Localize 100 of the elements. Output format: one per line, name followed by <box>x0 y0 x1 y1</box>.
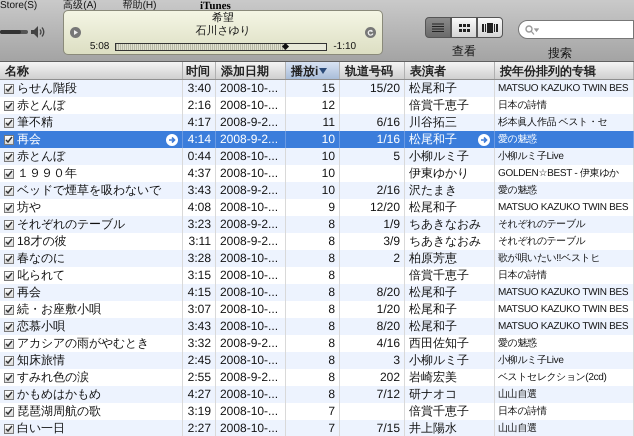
remaining-time: -1:10 <box>333 40 356 54</box>
checkbox[interactable] <box>4 372 14 382</box>
table-cell: 3:23 <box>188 217 211 232</box>
checkbox[interactable] <box>4 254 14 264</box>
checkbox[interactable] <box>4 118 14 128</box>
play-icon[interactable] <box>70 27 81 38</box>
menu-item[interactable]: 帮助(H) <box>122 0 156 11</box>
table-cell: 1/20 <box>376 302 400 317</box>
checkbox[interactable] <box>4 304 14 314</box>
table-cell: 知床旅情 <box>17 353 65 368</box>
table-cell: 15/20 <box>370 81 400 96</box>
track-row[interactable]: 春なのに 3:28 2008-10-... 8 2 柏原芳恵 歌が唄いたい!!ベストヒ <box>0 250 634 267</box>
table-cell: 0:44 <box>188 149 211 164</box>
checkbox[interactable] <box>4 356 14 366</box>
sort-down-icon <box>319 68 328 74</box>
track-row[interactable]: かもめはかもめ 4:27 2008-10-... 8 7/12 研ナオコ 山山自選 <box>0 386 634 403</box>
table-cell-text: MATSUO KAZUKO TWIN BES <box>498 303 628 317</box>
checkbox[interactable] <box>4 186 14 196</box>
table-cell: 9 <box>328 200 335 215</box>
view-button[interactable] <box>477 17 503 38</box>
track-row[interactable]: らせん階段 3:40 2008-10-... 15 15/20 松尾和子 MATSUO KAZUKO TWIN BES <box>0 80 634 97</box>
track-row[interactable]: 再会 4:15 2008-10-... 8 8/20 松尾和子 MATSUO KAZUKO TWIN BES <box>0 284 634 301</box>
checkbox[interactable] <box>4 322 14 332</box>
table-cell: 柏原芳恵 <box>409 251 457 266</box>
progress-track[interactable] <box>115 42 328 50</box>
elapsed-time: 5:08 <box>90 40 110 54</box>
track-row[interactable]: 白い一日 2:27 2008-10-... 7 7/15 井上陽水 山山自選 <box>0 420 634 436</box>
table-cell: 2008-10-... <box>220 98 278 113</box>
table-cell-text: それぞれのテーブル <box>498 218 586 232</box>
table-cell: 2008-10-... <box>220 81 278 96</box>
checkbox[interactable] <box>4 338 14 348</box>
column-label: 轨道号码 <box>345 62 393 79</box>
checkbox[interactable] <box>4 168 14 178</box>
table-cell-text: GOLDEN☆BEST - 伊東ゆか <box>498 166 619 181</box>
checkbox[interactable] <box>4 288 14 298</box>
table-cell: 研ナオコ <box>409 387 457 402</box>
table-cell: 8 <box>328 319 335 334</box>
table-cell-text: 日本の詩情 <box>498 98 547 113</box>
speaker-icon[interactable] <box>31 26 45 38</box>
table-cell-text: 杉本眞人作品 ベスト・セ <box>498 116 608 130</box>
checkbox[interactable] <box>4 202 14 212</box>
volume-slider[interactable] <box>0 30 28 34</box>
table-cell: 2008-10-... <box>220 200 278 215</box>
track-row[interactable]: それぞれのテーブル 3:23 2008-9-2... 8 1/9 ちあきなおみ それぞれのテーブル <box>0 216 634 233</box>
track-row[interactable]: 恋慕小唄 3:43 2008-10-... 8 8/20 松尾和子 MATSUO KAZUKO TWIN BES <box>0 318 634 335</box>
table-cell: 2008-9-2... <box>220 370 278 385</box>
checkbox[interactable] <box>4 84 14 94</box>
track-row[interactable]: ベッドで煙草を吸わないで 3:43 2008-9-2... 10 2/16 沢たまき 愛の魅惑 <box>0 182 634 199</box>
table-cell-text: MATSUO KAZUKO TWIN BES <box>498 320 628 334</box>
table-cell: 岩崎宏美 <box>409 370 457 385</box>
menu-item[interactable]: Store(S) <box>0 0 38 11</box>
track-row[interactable]: 知床旅情 2:45 2008-10-... 8 3 小柳ルミ子 小柳ルミ子Live <box>0 352 634 369</box>
table-cell: 7/15 <box>376 421 400 436</box>
track-row[interactable]: 赤とんぼ 0:44 2008-10-... 10 5 小柳ルミ子 小柳ルミ子Live <box>0 148 634 165</box>
table-cell: 8 <box>328 336 335 351</box>
column-header[interactable]: 按年份排列的专辑 <box>495 62 634 79</box>
checkbox[interactable] <box>4 390 14 400</box>
checkbox[interactable] <box>4 236 14 246</box>
repeat-icon[interactable] <box>365 27 376 38</box>
track-row[interactable]: 筆不精 4:17 2008-9-2... 11 6/16 川谷拓三 杉本眞人作品 ベスト・セ <box>0 114 634 131</box>
table-cell: 2:45 <box>188 353 211 368</box>
table-cell-text: 愛の魅惑 <box>498 132 537 147</box>
table-cell: 2008-10-... <box>220 404 278 419</box>
column-label: 名称 <box>5 62 29 79</box>
checkbox[interactable] <box>4 100 14 110</box>
table-cell: 5 <box>393 149 400 164</box>
go-arrow-icon[interactable] <box>166 134 178 146</box>
table-cell: 小柳ルミ子 <box>409 353 469 368</box>
table-cell: 赤とんぼ <box>17 98 65 113</box>
table-cell: 2008-9-2... <box>220 183 278 198</box>
checkbox[interactable] <box>4 134 14 144</box>
song-title: 希望 <box>212 12 234 25</box>
column-header[interactable]: 播放i <box>286 62 340 79</box>
table-cell: 2/16 <box>376 183 400 198</box>
table-cell: 12 <box>322 98 335 113</box>
go-arrow-icon[interactable] <box>478 134 490 146</box>
view-button[interactable] <box>451 17 477 38</box>
column-header[interactable]: 表演者 <box>405 62 495 79</box>
table-cell: 1/9 <box>383 217 400 232</box>
table-cell: 8 <box>328 370 335 385</box>
window-title: iTunes <box>200 0 231 12</box>
column-header[interactable]: 轨道号码 <box>340 62 405 79</box>
track-row[interactable]: 再会 4:14 2008-9-2... 10 1/16 松尾和子 愛の魅惑 <box>0 131 634 148</box>
table-cell: 坊や <box>17 200 41 215</box>
table-cell: 10 <box>322 132 335 147</box>
checkbox[interactable] <box>4 152 14 162</box>
table-cell: 7/12 <box>376 387 400 402</box>
checkbox[interactable] <box>4 270 14 280</box>
column-label: 添加日期 <box>221 62 269 79</box>
checkbox[interactable] <box>4 406 14 416</box>
table-cell: 4:27 <box>188 387 211 402</box>
checkbox[interactable] <box>4 424 14 434</box>
table-cell: 7 <box>328 404 335 419</box>
checkbox[interactable] <box>4 220 14 230</box>
table-cell: 赤とんぼ <box>17 149 65 164</box>
table-cell: 6/16 <box>376 115 400 130</box>
column-header[interactable]: 名称 <box>0 62 183 79</box>
search-field[interactable] <box>518 20 634 39</box>
table-cell: 続・お座敷小唄 <box>17 302 101 317</box>
column-header[interactable]: 时间 <box>183 62 216 79</box>
